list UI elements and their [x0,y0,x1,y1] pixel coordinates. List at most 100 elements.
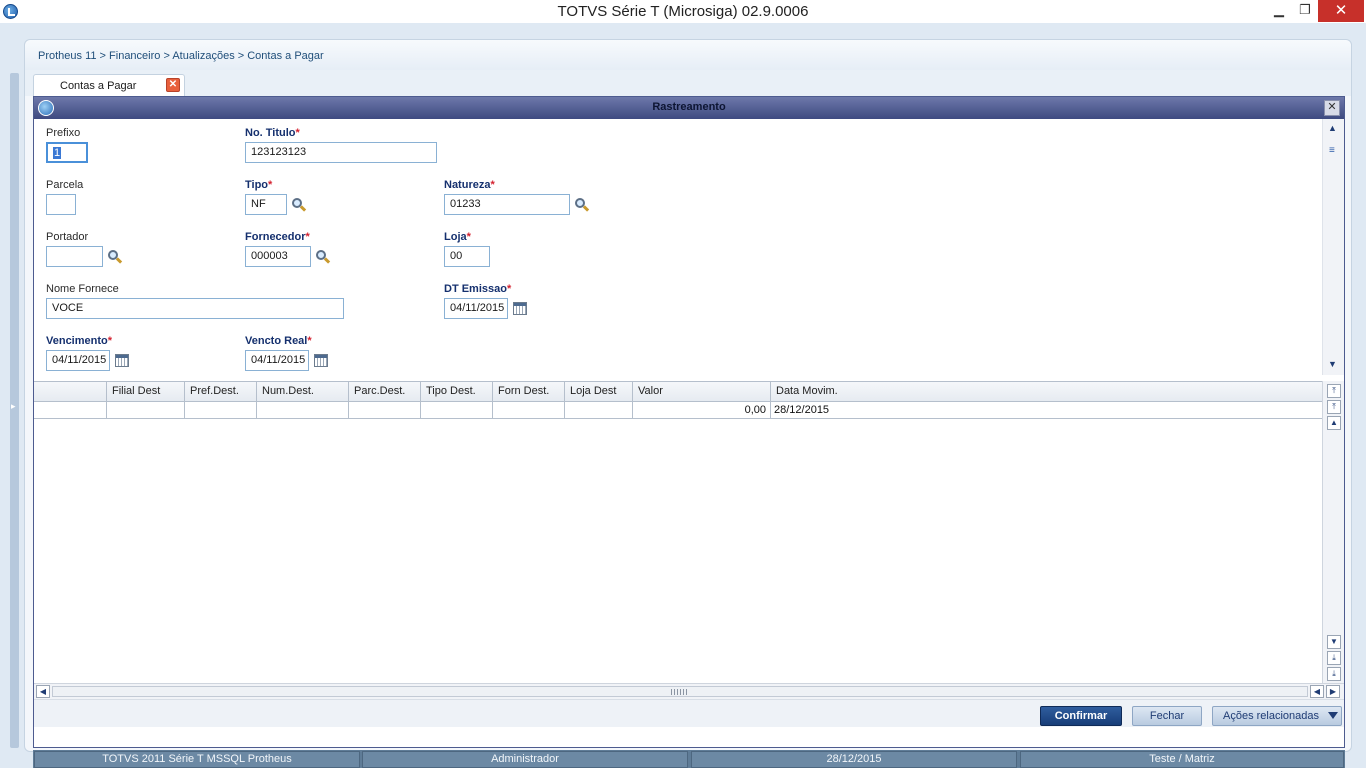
loja-label: Loja* [444,231,471,243]
fornecedor-field[interactable]: 000003 [245,246,311,267]
dt-emissao-label-text: DT Emissao [444,283,507,295]
enchoice-form: Prefixo 1 No. Titulo* 123123123 Parcela … [34,119,1322,375]
scroll-left-icon[interactable]: ◀ [36,685,50,698]
dt-emissao-calendar-icon[interactable] [513,302,527,315]
scroll-up-icon[interactable]: ▲ [1327,416,1341,430]
dt-emissao-field[interactable]: 04/11/2015 [444,298,508,319]
parcela-field[interactable] [46,194,76,215]
fechar-button[interactable]: Fechar [1132,706,1202,726]
status-bar: TOTVS 2011 Série T MSSQL Protheus Admini… [33,750,1345,768]
no-titulo-field[interactable]: 123123123 [245,142,437,163]
vencto-real-label-text: Vencto Real [245,335,308,347]
grid-column-header[interactable]: Filial Dest [112,385,160,397]
no-titulo-label-text: No. Titulo [245,127,296,139]
rastreamento-dialog: Rastreamento ✕ Prefixo 1 No. Titulo* 123… [33,96,1345,748]
main-shell: Protheus 11 > Financeiro > Atualizações … [24,39,1352,768]
grid-column-header[interactable]: Loja Dest [570,385,616,397]
table-row[interactable]: 0,00 28/12/2015 [34,402,1322,419]
nome-fornece-field[interactable]: VOCE [46,298,344,319]
breadcrumb: Protheus 11 > Financeiro > Atualizações … [38,50,324,62]
page-down-icon[interactable]: ⤓ [1327,651,1341,665]
window-title: TOTVS Série T (Microsiga) 02.9.0006 [557,3,809,20]
required-mark: * [295,127,300,139]
fornecedor-search-icon[interactable] [315,249,331,265]
vencimento-label: Vencimento* [46,335,112,347]
fornecedor-label-text: Fornecedor [245,231,306,243]
required-mark: * [268,179,273,191]
scroll-left-end-icon[interactable]: ◀ [1310,685,1324,698]
grid-column-header[interactable]: Data Movim. [776,385,838,397]
scroll-thumb[interactable]: ≡ [1329,145,1339,157]
dropdown-caret-icon [1328,712,1338,719]
loja-label-text: Loja [444,231,467,243]
window-close-button[interactable]: ✕ [1318,0,1364,22]
dialog-close-button[interactable]: ✕ [1324,100,1340,116]
required-mark: * [307,335,312,347]
vencimento-label-text: Vencimento [46,335,108,347]
grid-horizontal-scrollbar[interactable]: ◀ ◀ ▶ [34,683,1344,699]
acoes-relacionadas-label: Ações relacionadas [1223,710,1320,722]
required-mark: * [490,179,495,191]
tab-close-icon[interactable]: ✕ [166,78,180,92]
natureza-field[interactable]: 01233 [444,194,570,215]
rastreamento-grid: Filial Dest Pref.Dest. Num.Dest. Parc.De… [34,381,1322,683]
acoes-relacionadas-button[interactable]: Ações relacionadas [1212,706,1342,726]
form-vertical-scrollbar[interactable]: ▲ ≡ ▼ [1322,119,1344,375]
status-user: Administrador [362,751,688,768]
tab-strip: Contas a Pagar ✕ [25,70,1351,96]
grid-header: Filial Dest Pref.Dest. Num.Dest. Parc.De… [34,382,1322,402]
status-date: 28/12/2015 [691,751,1017,768]
page-up-icon[interactable]: ⤒ [1327,400,1341,414]
grid-column-header[interactable]: Forn Dest. [498,385,549,397]
grid-column-header[interactable]: Pref.Dest. [190,385,239,397]
grid-column-header[interactable]: Tipo Dest. [426,385,476,397]
minimize-button[interactable]: ▁ [1266,0,1292,22]
grid-column-header[interactable]: Num.Dest. [262,385,314,397]
grid-cell-valor: 0,00 [744,404,766,416]
fornecedor-label: Fornecedor* [245,231,310,243]
tab-label: Contas a Pagar [60,80,137,92]
required-mark: * [107,335,113,347]
confirmar-button[interactable]: Confirmar [1040,706,1122,726]
dialog-title: Rastreamento [652,101,726,113]
grid-column-header[interactable]: Parc.Dest. [354,385,405,397]
vencimento-field[interactable]: 04/11/2015 [46,350,110,371]
required-mark: * [305,231,310,243]
desktop-area: Protheus 11 > Financeiro > Atualizações … [0,23,1366,768]
scroll-up-icon[interactable]: ▲ [1328,123,1337,133]
dialog-button-bar: Confirmar Fechar Ações relacionadas [34,699,1344,727]
vencto-real-calendar-icon[interactable] [314,354,328,367]
required-mark: * [466,231,471,243]
tab-contas-a-pagar[interactable]: Contas a Pagar ✕ [33,74,185,96]
loja-field[interactable]: 00 [444,246,490,267]
portador-search-icon[interactable] [107,249,123,265]
tipo-search-icon[interactable] [291,197,307,213]
dt-emissao-label: DT Emissao* [444,283,511,295]
prefixo-field[interactable]: 1 [46,142,88,163]
maximize-button[interactable]: ❐ [1292,0,1318,22]
no-titulo-label: No. Titulo* [245,127,300,139]
grid-column-header[interactable]: Valor [638,385,663,397]
tipo-label-text: Tipo [245,179,269,191]
required-mark: * [506,283,512,295]
horizontal-scroll-thumb[interactable] [52,686,1308,697]
side-panel-toggle[interactable] [10,73,19,748]
vencimento-calendar-icon[interactable] [115,354,129,367]
grid-cell-data-movim: 28/12/2015 [774,404,830,416]
natureza-label-text: Natureza [444,179,491,191]
scroll-bottom-icon[interactable]: ⤓ [1327,667,1341,681]
scroll-top-icon[interactable]: ⤒ [1327,384,1341,398]
scroll-down-icon[interactable]: ▼ [1328,359,1337,369]
scroll-down-icon[interactable]: ▼ [1327,635,1341,649]
vencto-real-field[interactable]: 04/11/2015 [245,350,309,371]
prefixo-label: Prefixo [46,127,81,139]
natureza-search-icon[interactable] [574,197,590,213]
prefixo-value: 1 [53,147,62,159]
tipo-field[interactable]: NF [245,194,287,215]
portador-field[interactable] [46,246,103,267]
scroll-right-icon[interactable]: ▶ [1326,685,1340,698]
window-titlebar: TOTVS Série T (Microsiga) 02.9.0006 ▁ ❐ … [0,0,1366,23]
grid-vertical-scrollbar[interactable]: ⤒ ⤒ ▲ ▼ ⤓ ⤓ [1322,381,1344,683]
parcela-label: Parcela [46,179,84,191]
breadcrumb-bar: Protheus 11 > Financeiro > Atualizações … [25,40,1351,70]
